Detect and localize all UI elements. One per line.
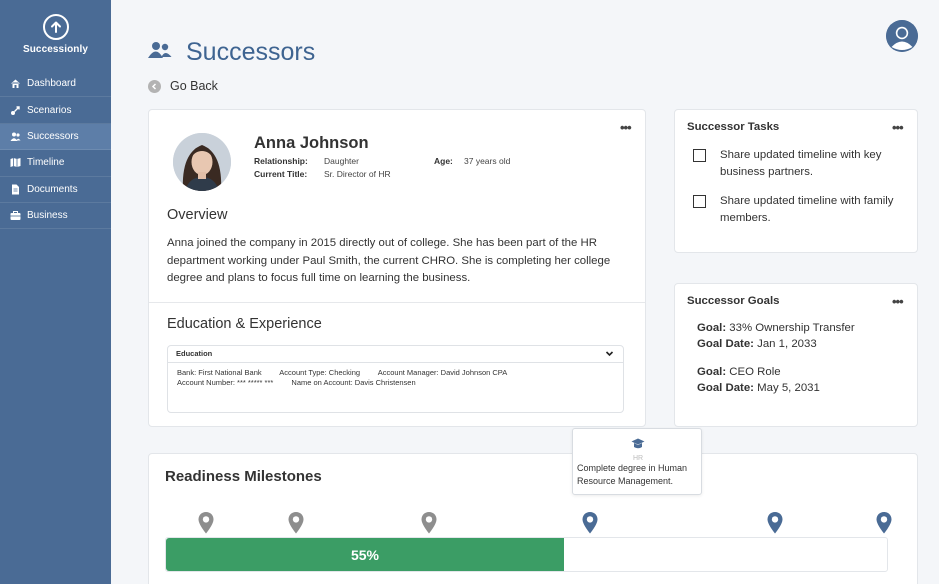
education-accordion-header[interactable]: Education xyxy=(168,346,623,363)
task-text: Share updated timeline with key business… xyxy=(720,149,882,178)
sidebar-item-business[interactable]: Business xyxy=(0,203,111,230)
card-title: Successor Goals xyxy=(687,295,780,307)
goal-label: Goal: xyxy=(697,322,727,334)
home-icon xyxy=(10,78,21,89)
successor-tasks-card: Successor Tasks ••• Share updated timeli… xyxy=(674,109,918,253)
account-name-value: Name on Account: Davis Christensen xyxy=(291,378,416,387)
chevron-left-icon xyxy=(148,79,161,93)
goal-date-value: May 5, 2031 xyxy=(757,382,820,394)
more-options-icon[interactable]: ••• xyxy=(892,295,904,308)
sidebar-item-documents[interactable]: Documents xyxy=(0,177,111,203)
sidebar-nav: Dashboard Scenarios Successors Timeline … xyxy=(0,71,111,230)
education-accordion-title: Education xyxy=(176,349,213,358)
goal-date-label: Goal Date: xyxy=(697,338,754,350)
divider xyxy=(149,302,645,303)
progress-bar: 55% xyxy=(165,537,888,572)
user-avatar[interactable] xyxy=(886,20,918,52)
map-pin-icon[interactable] xyxy=(766,511,784,535)
goal-item: Goal: 33% Ownership Transfer Goal Date: … xyxy=(697,320,855,352)
goal-date-label: Goal Date: xyxy=(697,382,754,394)
readiness-milestones-card: Readiness Milestones 55% xyxy=(148,453,918,584)
education-heading: Education & Experience xyxy=(167,316,322,332)
more-options-icon[interactable]: ••• xyxy=(892,121,904,134)
tooltip-text: Complete degree in Human Resource Manage… xyxy=(577,463,688,486)
overview-heading: Overview xyxy=(167,207,228,223)
overview-text: Anna joined the company in 2015 directly… xyxy=(167,237,611,284)
map-icon xyxy=(10,157,21,168)
title-label: Current Title: xyxy=(254,169,308,179)
account-number-value: Account Number: *** ***** *** xyxy=(177,378,274,387)
milestones-title: Readiness Milestones xyxy=(165,468,322,485)
goal-value: 33% Ownership Transfer xyxy=(729,322,855,334)
goal-label: Goal: xyxy=(697,366,727,378)
page-header: Successors xyxy=(148,38,315,67)
goal-item: Goal: CEO Role Goal Date: May 5, 2031 xyxy=(697,364,820,396)
profile-card: ••• Anna Johnson Relationship: Daughter … xyxy=(148,109,646,427)
map-pin-icon[interactable] xyxy=(875,511,893,535)
go-back-label: Go Back xyxy=(170,79,218,93)
sidebar-item-timeline[interactable]: Timeline xyxy=(0,150,111,177)
users-icon xyxy=(148,41,172,64)
milestone-tooltip: HR Complete degree in Human Resource Man… xyxy=(572,428,702,495)
age-value: 37 years old xyxy=(464,156,511,166)
map-pin-icon[interactable] xyxy=(581,511,599,535)
title-row: Current Title: Sr. Director of HR xyxy=(254,169,391,179)
sidebar-item-successors[interactable]: Successors xyxy=(0,123,111,151)
bank-value: Bank: First National Bank xyxy=(177,368,262,377)
profile-photo xyxy=(173,133,231,191)
progress-fill: 55% xyxy=(166,538,564,571)
logo-text: Successionly xyxy=(22,44,89,55)
age-row: Age: 37 years old xyxy=(434,156,510,166)
education-row: Account Number: *** ***** *** Name on Ac… xyxy=(168,378,623,388)
sidebar-item-label: Successors xyxy=(27,130,79,142)
successor-goals-card: Successor Goals ••• Goal: 33% Ownership … xyxy=(674,283,918,427)
scenarios-icon xyxy=(10,105,21,116)
logo[interactable]: Successionly xyxy=(0,14,111,55)
go-back-link[interactable]: Go Back xyxy=(148,79,218,93)
task-item[interactable]: Share updated timeline with family membe… xyxy=(693,193,910,226)
goal-value: CEO Role xyxy=(729,366,781,378)
map-pin-icon[interactable] xyxy=(287,511,305,535)
sidebar-item-scenarios[interactable]: Scenarios xyxy=(0,97,111,124)
account-type-value: Account Type: Checking xyxy=(279,368,361,377)
education-row: Bank: First National Bank Account Type: … xyxy=(168,368,623,378)
sidebar-item-label: Scenarios xyxy=(27,104,72,116)
goal-date-value: Jan 1, 2033 xyxy=(757,338,817,350)
relationship-row: Relationship: Daughter xyxy=(254,156,359,166)
card-title: Successor Tasks xyxy=(687,121,780,133)
education-accordion: Education Bank: First National Bank Acco… xyxy=(167,345,624,413)
briefcase-icon xyxy=(10,210,21,221)
map-pin-icon[interactable] xyxy=(197,511,215,535)
page-title: Successors xyxy=(186,38,316,66)
logo-icon xyxy=(42,14,69,40)
relationship-value: Daughter xyxy=(324,156,359,166)
sidebar-item-label: Business xyxy=(27,210,68,222)
account-manager-value: Account Manager: David Johnson CPA xyxy=(377,368,508,377)
tooltip-caption: HR xyxy=(632,455,644,462)
chevron-down-icon[interactable] xyxy=(605,349,614,360)
graduation-cap-icon xyxy=(631,437,645,456)
task-checkbox[interactable] xyxy=(693,149,706,162)
age-label: Age: xyxy=(434,156,453,166)
successor-name: Anna Johnson xyxy=(254,134,369,152)
relationship-label: Relationship: xyxy=(254,156,308,166)
document-icon xyxy=(10,184,21,195)
users-icon xyxy=(10,131,21,142)
task-text: Share updated timeline with family membe… xyxy=(720,195,894,224)
task-item[interactable]: Share updated timeline with key business… xyxy=(693,147,910,180)
title-value: Sr. Director of HR xyxy=(324,169,391,179)
sidebar-item-dashboard[interactable]: Dashboard xyxy=(0,71,111,98)
task-checkbox[interactable] xyxy=(693,195,706,208)
more-options-icon[interactable]: ••• xyxy=(620,121,632,134)
sidebar: Successionly Dashboard Scenarios Success… xyxy=(0,0,111,584)
sidebar-item-label: Timeline xyxy=(27,157,65,169)
progress-label: 55% xyxy=(350,546,380,563)
sidebar-item-label: Dashboard xyxy=(27,78,76,90)
map-pin-icon[interactable] xyxy=(420,511,438,535)
sidebar-item-label: Documents xyxy=(27,183,78,195)
